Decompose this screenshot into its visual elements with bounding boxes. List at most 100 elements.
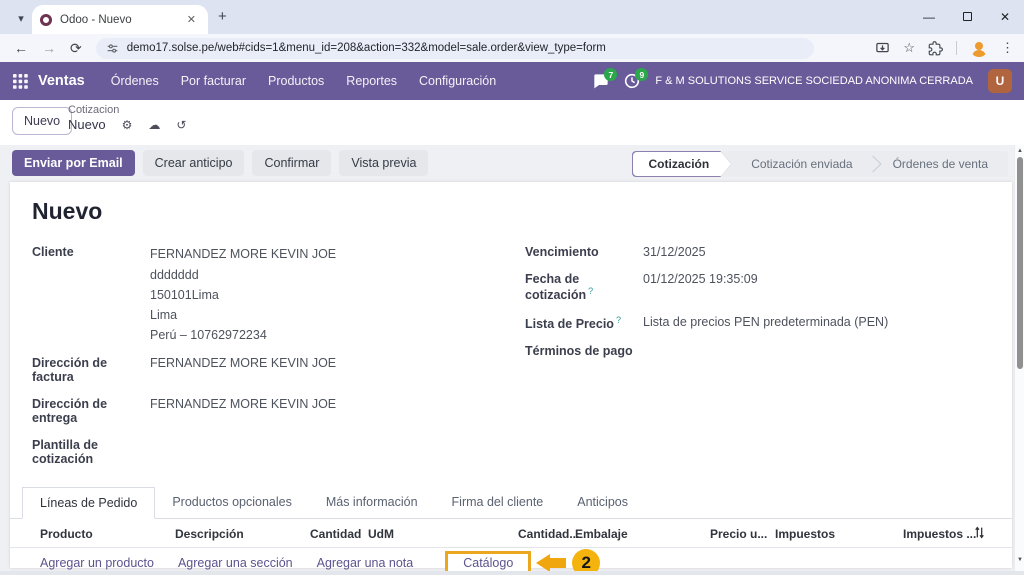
status-pipeline: Cotización Cotización enviada Órdenes de…	[631, 151, 1008, 177]
tab-anticipos[interactable]: Anticipos	[560, 487, 645, 518]
col-cantidad-2[interactable]: Cantidad...	[518, 527, 579, 541]
browser-menu-icon[interactable]: ⋮	[1001, 40, 1014, 56]
stage-cotizacion-enviada[interactable]: Cotización enviada	[731, 151, 882, 177]
screen: ▾ Odoo - Nuevo ✕ + — ✕ ← → ⟳ demo17.sols…	[0, 0, 1024, 575]
col-impuestos-2[interactable]: Impuestos ...	[903, 527, 976, 541]
menu-por-facturar[interactable]: Por facturar	[181, 74, 246, 88]
scrollbar-thumb[interactable]	[1016, 157, 1023, 369]
breadcrumb-parent[interactable]: Cotizacion	[68, 104, 186, 116]
control-panel: Nuevo Cotizacion Nuevo ⚙ ☁ ↺	[0, 100, 1024, 145]
field-direccion-factura-value[interactable]: FERNANDEZ MORE KEVIN JOE	[150, 356, 497, 384]
field-label-lista-precio: Lista de Precio?	[525, 315, 643, 331]
browser-toolbar: ← → ⟳ demo17.solse.pe/web#cids=1&menu_id…	[0, 34, 1024, 62]
extensions-icon[interactable]	[928, 40, 943, 56]
col-udm[interactable]: UdM	[368, 527, 394, 541]
odoo-navbar: Ventas Órdenes Por facturar Productos Re…	[0, 62, 1024, 100]
breadcrumb: Cotizacion Nuevo ⚙ ☁ ↺	[68, 104, 186, 132]
confirm-button[interactable]: Confirmar	[252, 150, 332, 176]
company-name[interactable]: F & M SOLUTIONS SERVICE SOCIEDAD ANONIMA…	[655, 75, 973, 87]
stage-cotizacion-label: Cotización	[633, 152, 732, 176]
bookmark-star-icon[interactable]: ☆	[903, 40, 915, 56]
apps-grid-icon[interactable]	[13, 73, 28, 89]
stage-cotizacion[interactable]: Cotización	[632, 151, 732, 177]
messages-button[interactable]: 7	[593, 68, 618, 89]
add-note-link[interactable]: Agregar una nota	[317, 556, 414, 570]
annotation-arrow-icon	[536, 554, 567, 572]
cliente-address-line: Lima	[150, 308, 178, 322]
activities-button[interactable]: 9	[624, 68, 649, 89]
address-bar[interactable]: demo17.solse.pe/web#cids=1&menu_id=208&a…	[95, 37, 814, 59]
close-window-button[interactable]: ✕	[986, 10, 1024, 24]
form-left-column: Cliente FERNANDEZ MORE KEVIN JOE ddddddd…	[32, 245, 497, 479]
content: Enviar por Email Crear anticipo Confirma…	[0, 145, 1024, 575]
forward-icon[interactable]: →	[42, 40, 56, 56]
main-menu: Órdenes Por facturar Productos Reportes …	[111, 74, 496, 88]
field-direccion-entrega-value[interactable]: FERNANDEZ MORE KEVIN JOE	[150, 397, 497, 425]
field-label-terminos-pago: Términos de pago	[525, 344, 633, 359]
col-cantidad[interactable]: Cantidad	[310, 527, 361, 541]
field-lista-precio-value[interactable]: Lista de precios PEN predeterminada (PEN…	[643, 315, 990, 331]
menu-reportes[interactable]: Reportes	[346, 74, 397, 88]
col-impuestos[interactable]: Impuestos	[775, 527, 835, 541]
new-tab-button[interactable]: +	[218, 8, 227, 25]
menu-ordenes[interactable]: Órdenes	[111, 74, 159, 88]
reload-icon[interactable]: ⟳	[70, 40, 82, 57]
stage-ordenes-label: Órdenes de venta	[892, 157, 988, 171]
lista-precio-text: Lista de Precio	[525, 317, 614, 332]
add-product-link[interactable]: Agregar un producto	[40, 556, 154, 570]
minimize-button[interactable]: —	[910, 10, 948, 24]
column-settings-icon[interactable]	[973, 526, 986, 539]
install-app-icon[interactable]	[875, 41, 890, 56]
action-buttons: Enviar por Email Crear anticipo Confirma…	[12, 150, 429, 176]
cloud-save-icon[interactable]: ☁	[148, 118, 160, 132]
user-avatar[interactable]: U	[988, 69, 1012, 93]
create-advance-button[interactable]: Crear anticipo	[142, 150, 245, 176]
send-email-button[interactable]: Enviar por Email	[12, 150, 135, 176]
field-plantilla-value[interactable]	[150, 438, 497, 466]
breadcrumb-current: Nuevo	[68, 117, 106, 132]
site-settings-icon[interactable]	[106, 42, 119, 55]
add-section-link[interactable]: Agregar una sección	[178, 556, 293, 570]
menu-configuracion[interactable]: Configuración	[419, 74, 496, 88]
stage-enviada-label: Cotización enviada	[751, 157, 853, 171]
preview-button[interactable]: Vista previa	[339, 150, 429, 176]
field-label-fecha-cotizacion: Fecha de cotización?	[525, 272, 643, 302]
back-icon[interactable]: ←	[14, 40, 28, 56]
field-terminos-pago-value[interactable]	[643, 344, 990, 358]
field-cliente-value[interactable]: FERNANDEZ MORE KEVIN JOE	[150, 247, 336, 261]
stage-ordenes-venta[interactable]: Órdenes de venta	[873, 151, 1008, 177]
browser-profile-icon[interactable]	[970, 39, 988, 57]
browser-tab[interactable]: Odoo - Nuevo ✕	[32, 5, 208, 34]
help-icon: ?	[588, 286, 594, 296]
scroll-up-icon[interactable]: ▲	[1015, 148, 1024, 154]
col-producto[interactable]: Producto	[40, 527, 93, 541]
scroll-down-icon[interactable]: ▼	[1015, 557, 1024, 563]
url-text: demo17.solse.pe/web#cids=1&menu_id=208&a…	[126, 42, 606, 54]
tab-lineas-pedido[interactable]: Líneas de Pedido	[22, 487, 156, 519]
navbar-right: 7 9 F & M SOLUTIONS SERVICE SOCIEDAD ANO…	[593, 68, 1012, 93]
maximize-button[interactable]	[948, 10, 986, 24]
app-name[interactable]: Ventas	[38, 73, 85, 89]
col-precio[interactable]: Precio u...	[710, 527, 767, 541]
help-icon: ?	[615, 315, 621, 326]
discard-undo-icon[interactable]: ↺	[176, 118, 186, 132]
tab-close-icon[interactable]: ✕	[183, 11, 200, 28]
col-descripcion[interactable]: Descripción	[175, 527, 244, 541]
field-vencimiento-value[interactable]: 31/12/2025	[643, 245, 990, 259]
menu-productos[interactable]: Productos	[268, 74, 324, 88]
field-fecha-cotizacion-value[interactable]: 01/12/2025 19:35:09	[643, 272, 990, 302]
notebook-tabs: Líneas de Pedido Productos opcionales Má…	[10, 487, 1012, 519]
form-sheet: Nuevo Cliente FERNANDEZ MORE KEVIN JOE d…	[10, 182, 1012, 575]
tab-firma-cliente[interactable]: Firma del cliente	[435, 487, 561, 518]
odoo-favicon-icon	[40, 13, 52, 26]
tab-search-button[interactable]: ▾	[10, 7, 32, 29]
page-scrollbar[interactable]: ▲ ▼	[1014, 145, 1024, 575]
browser-tabstrip: ▾ Odoo - Nuevo ✕ + — ✕	[0, 0, 1024, 34]
toolbar-divider	[956, 41, 957, 55]
tab-productos-opcionales[interactable]: Productos opcionales	[155, 487, 309, 518]
col-embalaje[interactable]: Embalaje	[575, 527, 628, 541]
new-button[interactable]: Nuevo	[12, 107, 73, 135]
gear-icon[interactable]: ⚙	[122, 118, 133, 132]
tab-mas-informacion[interactable]: Más información	[309, 487, 435, 518]
form-right-column: Vencimiento 31/12/2025 Fecha de cotizaci…	[497, 245, 990, 479]
